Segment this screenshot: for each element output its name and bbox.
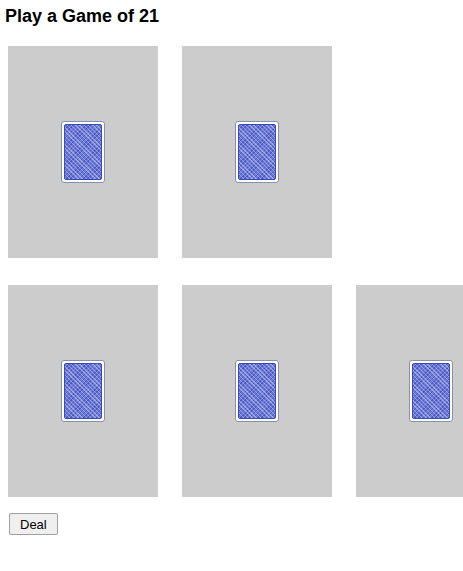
game-page: Play a Game of 21 Deal xyxy=(0,0,463,571)
table xyxy=(0,46,463,497)
card-back-icon xyxy=(61,121,105,183)
card-slot xyxy=(182,46,332,258)
player-hand xyxy=(8,285,463,497)
game-title: Play a Game of 21 xyxy=(0,5,463,27)
dealer-hand xyxy=(8,46,463,258)
card-slot xyxy=(8,46,158,258)
deal-button[interactable]: Deal xyxy=(9,513,58,535)
controls: Deal xyxy=(0,513,463,535)
card-back-icon xyxy=(235,121,279,183)
card-back-icon xyxy=(61,360,105,422)
card-slot xyxy=(8,285,158,497)
card-back-icon xyxy=(409,360,453,422)
card-slot xyxy=(356,285,463,497)
card-back-icon xyxy=(235,360,279,422)
card-slot xyxy=(182,285,332,497)
